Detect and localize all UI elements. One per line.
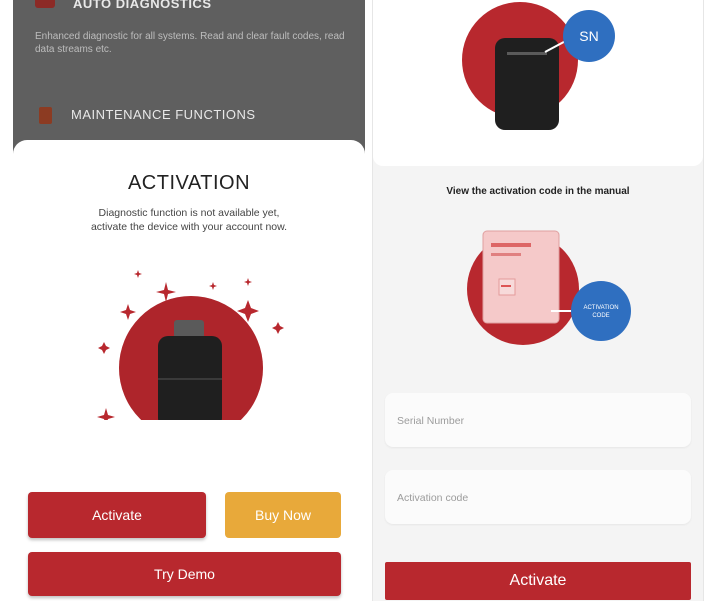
code-badge-line2: CODE bbox=[592, 313, 609, 319]
activation-code-input[interactable] bbox=[395, 470, 679, 526]
activation-code-screen: SN View the activation code in the manua… bbox=[372, 0, 704, 601]
sparkle-icon bbox=[272, 322, 284, 334]
manual-hint: View the activation code in the manual bbox=[446, 186, 630, 197]
serial-number-illustration: SN bbox=[462, 2, 615, 130]
sheet-title: ACTIVATION bbox=[127, 172, 251, 194]
description-line-2: activate the device with your account no… bbox=[90, 221, 288, 233]
obd-device-icon bbox=[495, 38, 559, 130]
menu-item-label: MAINTENANCE FUNCTIONS bbox=[71, 107, 256, 122]
buy-now-button[interactable]: Buy Now bbox=[225, 492, 341, 538]
serial-number-field[interactable] bbox=[385, 393, 691, 449]
manual-line bbox=[501, 285, 511, 287]
sparkle-icon bbox=[244, 278, 252, 286]
serial-number-input[interactable] bbox=[395, 393, 679, 449]
try-demo-button[interactable]: Try Demo bbox=[28, 552, 341, 596]
sn-label-line bbox=[507, 52, 547, 55]
maintenance-icon bbox=[39, 107, 52, 124]
sn-badge-text: SN bbox=[579, 28, 598, 44]
activation-code-badge bbox=[571, 281, 631, 341]
code-badge-line1: ACTIVATION bbox=[583, 305, 618, 311]
menu-item-description: Enhanced diagnostic for all systems. Rea… bbox=[35, 31, 345, 55]
sparkle-icon bbox=[120, 304, 136, 320]
activation-code-field[interactable] bbox=[385, 470, 691, 526]
device-illustration bbox=[97, 270, 284, 420]
menu-item-title: AUTO DIAGNOSTICS bbox=[73, 0, 212, 11]
sparkle-icon bbox=[209, 282, 217, 290]
car-icon bbox=[35, 0, 55, 8]
manual-line bbox=[491, 243, 531, 247]
activation-code-illustration: ACTIVATION CODE bbox=[467, 230, 631, 345]
activate-submit-button[interactable]: Activate bbox=[385, 562, 691, 600]
menu-item-diagnostics[interactable]: AUTO DIAGNOSTICS Enhanced diagnostic for… bbox=[13, 0, 365, 88]
device-seam bbox=[158, 378, 222, 380]
activation-screen: AUTO DIAGNOSTICS Enhanced diagnostic for… bbox=[13, 0, 365, 601]
sheet-description: Diagnostic function is not available yet… bbox=[53, 206, 325, 234]
sparkle-icon bbox=[98, 342, 110, 354]
description-line-1: Diagnostic function is not available yet… bbox=[98, 207, 280, 219]
sparkle-icon bbox=[97, 408, 115, 420]
activation-sheet: ACTIVATION Diagnostic function is not av… bbox=[13, 140, 365, 601]
manual-line bbox=[491, 253, 521, 256]
activate-button[interactable]: Activate bbox=[28, 492, 206, 538]
serial-number-card: SN bbox=[373, 0, 703, 166]
menu-item-maintenance[interactable]: MAINTENANCE FUNCTIONS bbox=[13, 98, 365, 130]
sparkle-icon bbox=[134, 270, 142, 278]
